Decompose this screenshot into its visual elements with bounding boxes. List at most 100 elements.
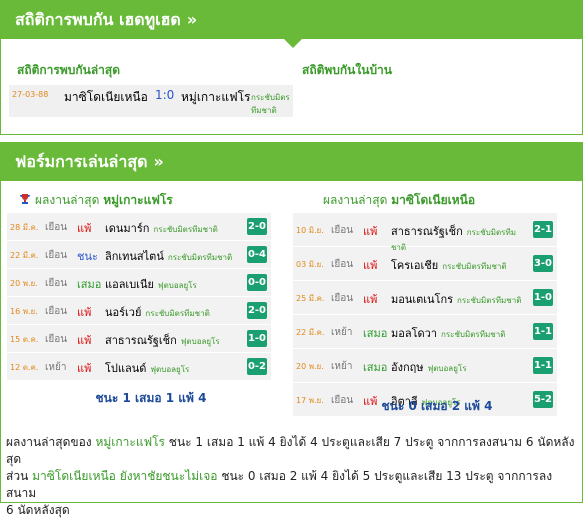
result-venue: เยือน bbox=[45, 250, 68, 261]
result-date: 20 พ.ย. bbox=[10, 279, 38, 288]
h2h-home-label: สถิติพบกันในบ้าน bbox=[302, 63, 392, 77]
result-venue: เยือน bbox=[45, 334, 68, 345]
score-badge[interactable]: 1-0 bbox=[533, 289, 553, 306]
opponent-competition: กระชับมิตรทีมชาติ bbox=[442, 262, 507, 271]
result-date: 22 มี.ค. bbox=[296, 328, 325, 337]
result-date: 22 มี.ค. bbox=[10, 251, 39, 260]
opponent-competition: กระชับมิตรทีมชาติ bbox=[153, 225, 218, 234]
footer-team-2-link[interactable]: มาซิโดเนียเหนือ ยังหาชัยชนะไม่เจอ bbox=[32, 469, 217, 483]
result-row[interactable]: 16 พ.ย. เยือน แพ้ นอร์เวย์ กระชับมิตรทีมชาติ… bbox=[7, 297, 271, 325]
opponent-name[interactable]: นอร์เวย์ bbox=[105, 306, 141, 319]
result-row[interactable]: 20 พ.ย. เหย้า เสมอ อังกฤษ ฟุตบอลยูโร 1-1 bbox=[293, 349, 557, 383]
opponent-name[interactable]: แอลเบเนีย bbox=[105, 278, 154, 291]
trophy-icon bbox=[20, 194, 30, 204]
result-outcome: แพ้ bbox=[363, 259, 378, 272]
h2h-latest-label: สถิติการพบกันล่าสุด bbox=[17, 63, 121, 77]
footer-2a: ส่วน bbox=[6, 469, 33, 483]
left-column-heading: ผลงานล่าสุด หมู่เกาะแฟโร bbox=[19, 191, 173, 210]
result-venue: เยือน bbox=[331, 225, 354, 236]
opponent-name[interactable]: สาธารณรัฐเช็ก bbox=[105, 334, 177, 347]
result-opponent[interactable]: แอลเบเนีย ฟุตบอลยูโร bbox=[105, 275, 245, 293]
result-venue: เยือน bbox=[45, 306, 68, 317]
opponent-name[interactable]: มอลโดวา bbox=[391, 327, 437, 340]
result-date: 25 มี.ค. bbox=[296, 294, 325, 303]
result-date: 15 ต.ค. bbox=[10, 335, 39, 344]
result-venue: เยือน bbox=[45, 278, 68, 289]
opponent-competition: กระชับมิตรทีมชาติ bbox=[457, 296, 522, 305]
result-row[interactable]: 22 มี.ค. เยือน ชนะ ลิกเทนสไตน์ กระชับมิตรทีม… bbox=[7, 241, 271, 269]
opponent-name[interactable]: มอนเตเนโกร bbox=[391, 293, 453, 306]
chevron-right-icon: » bbox=[186, 10, 198, 29]
result-row[interactable]: 03 มิ.ย. เยือน แพ้ โครเอเชีย กระชับมิตรทีมชา… bbox=[293, 247, 557, 281]
result-outcome: เสมอ bbox=[363, 361, 388, 374]
right-heading-prefix: ผลงานล่าสุด bbox=[323, 193, 388, 207]
result-opponent[interactable]: โครเอเชีย กระชับมิตรทีมชาติ bbox=[391, 256, 527, 274]
right-heading-team[interactable]: มาซิโดเนียเหนือ bbox=[391, 193, 475, 207]
result-date: 16 พ.ย. bbox=[10, 307, 38, 316]
result-outcome: แพ้ bbox=[77, 222, 92, 235]
result-venue: เหย้า bbox=[331, 327, 353, 338]
h2h-title: สถิติการพบกัน เฮดทูเฮด bbox=[15, 10, 181, 29]
score-badge[interactable]: 2-0 bbox=[247, 218, 267, 235]
opponent-competition: กระชับมิตรทีมชาติ bbox=[441, 330, 506, 339]
score-badge[interactable]: 0-0 bbox=[247, 274, 267, 291]
result-outcome: แพ้ bbox=[77, 362, 92, 375]
result-row[interactable]: 12 ต.ค. เหย้า แพ้ โปแลนด์ ฟุตบอลยูโร 0-2 bbox=[7, 353, 271, 381]
score-badge[interactable]: 1-0 bbox=[247, 330, 267, 347]
score-badge[interactable]: 1-1 bbox=[533, 357, 553, 374]
result-row[interactable]: 10 มิ.ย. เยือน แพ้ สาธารณรัฐเช็ก กระชับมิตรท… bbox=[293, 213, 557, 252]
opponent-competition: กระชับมิตรทีมชาติ bbox=[145, 309, 210, 318]
h2h-panel: สถิติการพบกัน เฮดทูเฮด » สถิติการพบกันล่า… bbox=[0, 0, 583, 135]
result-date: 12 ต.ค. bbox=[10, 363, 39, 372]
result-opponent[interactable]: มอนเตเนโกร กระชับมิตรทีมชาติ bbox=[391, 290, 527, 308]
h2h-meeting-row[interactable]: 27-03-88 มาซิโดเนียเหนือ 1:0 หมู่เกาะแฟโ… bbox=[9, 85, 293, 117]
result-opponent[interactable]: สาธารณรัฐเช็ก ฟุตบอลยูโร bbox=[105, 331, 245, 349]
result-venue: เยือน bbox=[331, 259, 354, 270]
opponent-competition: กระชับมิตรทีมชาติ bbox=[167, 253, 233, 262]
score-badge[interactable]: 1-1 bbox=[533, 323, 553, 340]
opponent-name[interactable]: เดนมาร์ก bbox=[105, 222, 149, 235]
left-results-list: 28 มี.ค. เยือน แพ้ เดนมาร์ก กระชับมิตรทีมชาต… bbox=[7, 213, 271, 381]
footer-line-3: 6 นัดหลังสุด bbox=[6, 503, 70, 517]
result-row[interactable]: 15 ต.ค. เยือน แพ้ สาธารณรัฐเช็ก ฟุตบอลยูโร 1-… bbox=[7, 325, 271, 353]
opponent-competition: ฟุตบอลยูโร bbox=[180, 337, 220, 346]
opponent-name[interactable]: โครเอเชีย bbox=[391, 259, 438, 272]
score-badge[interactable]: 0-4 bbox=[247, 246, 267, 263]
footer-1a: ผลงานล่าสุดของ bbox=[6, 435, 96, 449]
result-opponent[interactable]: ลิกเทนสไตน์ กระชับมิตรทีมชาติ bbox=[105, 247, 245, 265]
opponent-competition: ฟุตบอลยูโร bbox=[427, 364, 467, 373]
header-notch bbox=[284, 39, 302, 48]
form-title: ฟอร์มการเล่นล่าสุด bbox=[15, 152, 148, 171]
left-heading-team[interactable]: หมู่เกาะแฟโร bbox=[103, 193, 173, 207]
opponent-competition: ฟุตบอลยูโร bbox=[150, 365, 190, 374]
footer-team-1-link[interactable]: หมู่เกาะแฟโร bbox=[95, 435, 165, 449]
opponent-name[interactable]: อังกฤษ bbox=[391, 361, 424, 374]
result-outcome: แพ้ bbox=[363, 293, 378, 306]
score-badge[interactable]: 2-1 bbox=[533, 221, 553, 238]
result-outcome: ชนะ bbox=[77, 250, 98, 263]
result-outcome: แพ้ bbox=[363, 225, 378, 238]
opponent-name[interactable]: โปแลนด์ bbox=[105, 362, 146, 375]
meeting-away-team[interactable]: หมู่เกาะแฟโร bbox=[181, 88, 251, 107]
result-opponent[interactable]: เดนมาร์ก กระชับมิตรทีมชาติ bbox=[105, 219, 245, 237]
score-badge[interactable]: 3-0 bbox=[533, 255, 553, 272]
right-column-heading: ผลงานล่าสุด มาซิโดเนียเหนือ bbox=[323, 191, 475, 210]
result-outcome: แพ้ bbox=[77, 334, 92, 347]
result-opponent[interactable]: มอลโดวา กระชับมิตรทีมชาติ bbox=[391, 324, 527, 342]
left-heading-prefix: ผลงานล่าสุด bbox=[35, 193, 100, 207]
meeting-date: 27-03-88 bbox=[12, 90, 49, 99]
result-venue: เยือน bbox=[45, 222, 68, 233]
result-opponent[interactable]: อังกฤษ ฟุตบอลยูโร bbox=[391, 358, 527, 376]
result-row[interactable]: 28 มี.ค. เยือน แพ้ เดนมาร์ก กระชับมิตรทีมชาต… bbox=[7, 213, 271, 241]
result-opponent[interactable]: นอร์เวย์ กระชับมิตรทีมชาติ bbox=[105, 303, 245, 321]
opponent-name[interactable]: สาธารณรัฐเช็ก bbox=[391, 225, 463, 238]
score-badge[interactable]: 0-2 bbox=[247, 358, 267, 375]
result-row[interactable]: 25 มี.ค. เยือน แพ้ มอนเตเนโกร กระชับมิตรทีมช… bbox=[293, 281, 557, 315]
opponent-name[interactable]: ลิกเทนสไตน์ bbox=[105, 250, 164, 263]
result-row[interactable]: 22 มี.ค. เหย้า เสมอ มอลโดวา กระชับมิตรทีมชาต… bbox=[293, 315, 557, 349]
result-outcome: เสมอ bbox=[77, 278, 102, 291]
score-badge[interactable]: 2-0 bbox=[247, 302, 267, 319]
meeting-home-team[interactable]: มาซิโดเนียเหนือ bbox=[64, 88, 148, 107]
result-opponent[interactable]: โปแลนด์ ฟุตบอลยูโร bbox=[105, 359, 245, 377]
result-row[interactable]: 20 พ.ย. เยือน เสมอ แอลเบเนีย ฟุตบอลยูโร 0-0 bbox=[7, 269, 271, 297]
